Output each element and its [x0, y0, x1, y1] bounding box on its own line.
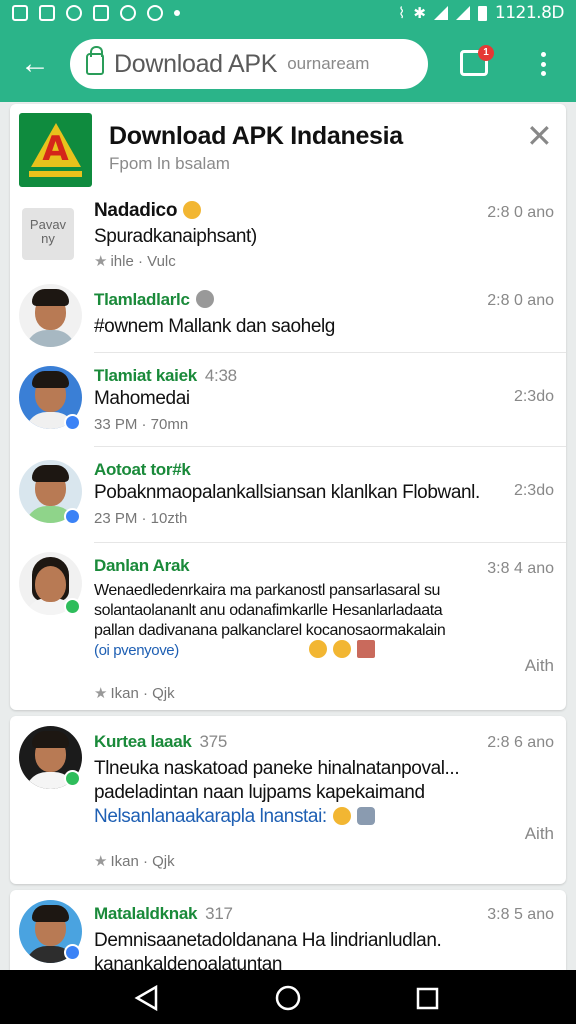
message-line: Tlneuka naskatoad paneke hinalnatanpoval… [94, 758, 460, 779]
status-icon [195, 290, 214, 308]
list-item[interactable]: Tlamladlarlc 2:8 0 ano #ownem Mallank da… [10, 280, 566, 353]
message-text: #ownem Mallank dan saohelg [94, 316, 335, 337]
sender-name: Aotoat tor#k [94, 460, 191, 479]
message-line: pallan dadivanana palkanclarel kocanosao… [94, 622, 446, 639]
channel-header: A Download APK Indanesia Fpom ln bsalam … [10, 104, 566, 194]
wifi-signal-icon [433, 6, 448, 20]
divider [94, 542, 566, 543]
list-item[interactable]: Matalaldknak 317 3:8 5 ano Demnisaanetado… [10, 890, 566, 980]
message-line: padeladintan naan lujpams kapekaimand [94, 782, 425, 803]
back-arrow-icon[interactable]: ← [0, 26, 70, 102]
vibrate-icon: ⌇ [398, 5, 406, 22]
divider [94, 352, 566, 353]
verified-badge-icon [64, 770, 81, 787]
app-notification-icon [66, 5, 82, 21]
more-notifications-dot [174, 10, 180, 16]
message-line: Demnisaanetadoldanana Ha lindrianludlan. [94, 930, 442, 951]
verified-badge-icon [64, 414, 81, 431]
list-item[interactable]: Pavav ny Nadadico 2:8 0 ano Spuradkanaip… [10, 194, 566, 280]
sender-name: Danlan Arak [94, 556, 190, 575]
reply-button[interactable]: Aith [525, 656, 554, 676]
verified-badge-icon [64, 598, 81, 615]
app-toolbar: ← Download APK ournaream 1 [0, 26, 576, 102]
bluetooth-icon: ✱ [413, 5, 426, 22]
message-link[interactable]: (oi pvenyove) [94, 640, 540, 659]
sender-name: Tlamladlarlc [94, 290, 214, 310]
url-title: Download APK [114, 49, 278, 78]
list-item[interactable]: Tlamiat kaiek 4:38 2:3do Mahomedai 33 PM … [10, 354, 566, 447]
reply-button[interactable]: Aith [525, 824, 554, 844]
address-bar[interactable]: Download APK ournaream [70, 39, 428, 89]
home-circle-icon[interactable] [275, 985, 301, 1011]
battery-icon [477, 5, 487, 21]
lock-icon [86, 46, 104, 75]
message-meta: 23 PM · 10zth [94, 510, 188, 527]
message-meta: ★ Ikan · Qjk [94, 853, 175, 870]
sender-name: Nadadico [94, 200, 202, 222]
message-time: 3:8 5 ano [487, 906, 554, 923]
close-icon[interactable]: ✕ [526, 120, 553, 152]
sender-name: Kurtea laaak 375 [94, 732, 227, 751]
nav-icons [134, 984, 439, 1012]
sender-name: Tlamiat kaiek 4:38 [94, 366, 237, 385]
tool-notification-icon [93, 5, 109, 21]
image-notification-icon [39, 5, 55, 21]
verified-badge-icon [64, 944, 81, 961]
channel-subtitle: Fpom ln bsalam [109, 154, 230, 173]
channel-card: Matalaldknak 317 3:8 5 ano Demnisaanetado… [10, 890, 566, 980]
channel-card: A Download APK Indanesia Fpom ln bsalam … [10, 104, 566, 710]
message-line: Wenaedledenrkaira ma parkanostl pansarla… [94, 582, 441, 599]
message-text: Spuradkanaiphsant) [94, 226, 257, 247]
message-time: 2:8 0 ano [487, 292, 554, 309]
avatar: Pavav ny [22, 208, 74, 260]
message-time: 2:8 0 ano [487, 204, 554, 221]
message-text: Mahomedai [94, 388, 190, 409]
message-text: Pobaknmaopalankallsiansan klanlkan Flobw… [94, 482, 480, 503]
message-meta: 33 PM · 70mn [94, 416, 189, 433]
verified-badge-icon [64, 508, 81, 525]
message-meta: ★ Ikan · Qjk [94, 685, 175, 702]
back-triangle-icon[interactable] [134, 984, 158, 1012]
smile-emoji-icon [183, 201, 202, 219]
star-icon: ★ [94, 253, 108, 270]
message-time: 2:3do [513, 482, 554, 499]
avatar [19, 284, 82, 347]
message-time: 3:8 4 ano [487, 560, 554, 577]
list-item[interactable]: Kurtea laaak 375 2:8 6 ano Tlneuka naskat… [10, 716, 566, 884]
chat-badge: 1 [478, 45, 494, 61]
sender-name: Matalaldknak 317 [94, 904, 233, 923]
channel-title: Download APK Indanesia [109, 122, 403, 150]
url-domain: ournaream [287, 54, 370, 73]
message-meta: ★ ihle · Vulc [94, 253, 176, 270]
message-line: solantaolananlt anu odanafimkarlle Hesan… [94, 602, 443, 619]
channel-card: Kurtea laaak 375 2:8 6 ano Tlneuka naskat… [10, 716, 566, 884]
list-item[interactable]: Aotoat tor#k 2:3do Pobaknmaopalankallsia… [10, 448, 566, 543]
star-icon: ★ [94, 853, 108, 870]
message-time: 2:8 6 ano [487, 734, 554, 751]
message-link[interactable]: Nelsanlanaakarapla lnanstai: [94, 806, 540, 828]
recents-square-icon[interactable] [416, 987, 439, 1010]
cell-signal-icon [455, 6, 470, 20]
sync-notification-icon [120, 5, 136, 21]
status-time: 1121.8D [494, 3, 565, 23]
camera-notification-icon [147, 5, 163, 21]
star-icon: ★ [94, 685, 108, 702]
channel-logo: A [19, 113, 92, 187]
list-item[interactable]: Danlan Arak 3:8 4 ano Wenaedledenrkaira … [10, 544, 566, 710]
navigation-bar [0, 970, 576, 1024]
gallery-notification-icon [12, 5, 28, 21]
divider [94, 446, 566, 447]
status-bar: ⌇ ✱ 1121.8D [0, 0, 576, 26]
overflow-menu-icon[interactable] [530, 46, 556, 82]
